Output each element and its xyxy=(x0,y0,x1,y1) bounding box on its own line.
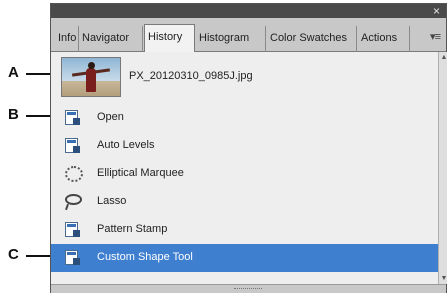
thumbnail-figure xyxy=(86,68,96,92)
snapshot-filename: PX_20120310_0985J.jpg xyxy=(129,70,253,82)
history-item-elliptical-marquee[interactable]: Elliptical Marquee xyxy=(51,160,438,188)
document-icon xyxy=(63,109,83,127)
tab-history[interactable]: History xyxy=(144,24,195,53)
history-item-label: Open xyxy=(97,111,124,123)
snapshot-thumbnail[interactable] xyxy=(61,57,121,97)
tab-actions[interactable]: Actions xyxy=(358,26,410,52)
tab-color-swatches[interactable]: Color Swatches xyxy=(267,26,357,52)
panel-titlebar: × xyxy=(51,4,446,18)
callout-b-letter: B xyxy=(8,106,19,123)
history-scrollbar[interactable]: ▲ ▼ xyxy=(438,52,447,284)
tab-navigator[interactable]: Navigator xyxy=(79,26,143,52)
tab-histogram[interactable]: Histogram xyxy=(196,26,266,52)
history-item-label: Elliptical Marquee xyxy=(97,167,184,179)
document-icon xyxy=(63,137,83,155)
history-item-auto-levels[interactable]: Auto Levels xyxy=(51,132,438,160)
callout-a-letter: A xyxy=(8,64,19,81)
history-item-lasso[interactable]: Lasso xyxy=(51,188,438,216)
document-icon xyxy=(63,249,83,267)
tab-info[interactable]: Info xyxy=(55,26,79,52)
close-icon[interactable]: × xyxy=(433,4,440,18)
history-panel: × Info Navigator History Histogram Color… xyxy=(50,3,447,293)
grip-handle-icon[interactable] xyxy=(234,288,262,290)
history-item-label: Custom Shape Tool xyxy=(97,251,193,263)
history-item-label: Lasso xyxy=(97,195,127,207)
elliptical-marquee-icon xyxy=(63,165,83,183)
history-item-open[interactable]: Open xyxy=(51,104,438,132)
panel-menu-icon[interactable]: ▾≡ xyxy=(430,30,441,43)
scroll-up-icon[interactable]: ▲ xyxy=(440,54,447,61)
panel-resize-grip[interactable] xyxy=(51,284,446,293)
thumbnail-head xyxy=(88,62,95,69)
callout-c-letter: C xyxy=(8,246,19,263)
panel-tabs: Info Navigator History Histogram Color S… xyxy=(51,18,446,53)
scroll-down-icon[interactable]: ▼ xyxy=(440,275,447,282)
history-item-label: Auto Levels xyxy=(97,139,155,151)
lasso-icon xyxy=(63,193,83,211)
history-list: PX_20120310_0985J.jpg Open Auto Levels E… xyxy=(51,52,438,284)
history-item-custom-shape-tool[interactable]: Custom Shape Tool xyxy=(51,244,438,272)
history-item-label: Pattern Stamp xyxy=(97,223,168,235)
document-icon xyxy=(63,221,83,239)
history-item-pattern-stamp[interactable]: Pattern Stamp xyxy=(51,216,438,244)
